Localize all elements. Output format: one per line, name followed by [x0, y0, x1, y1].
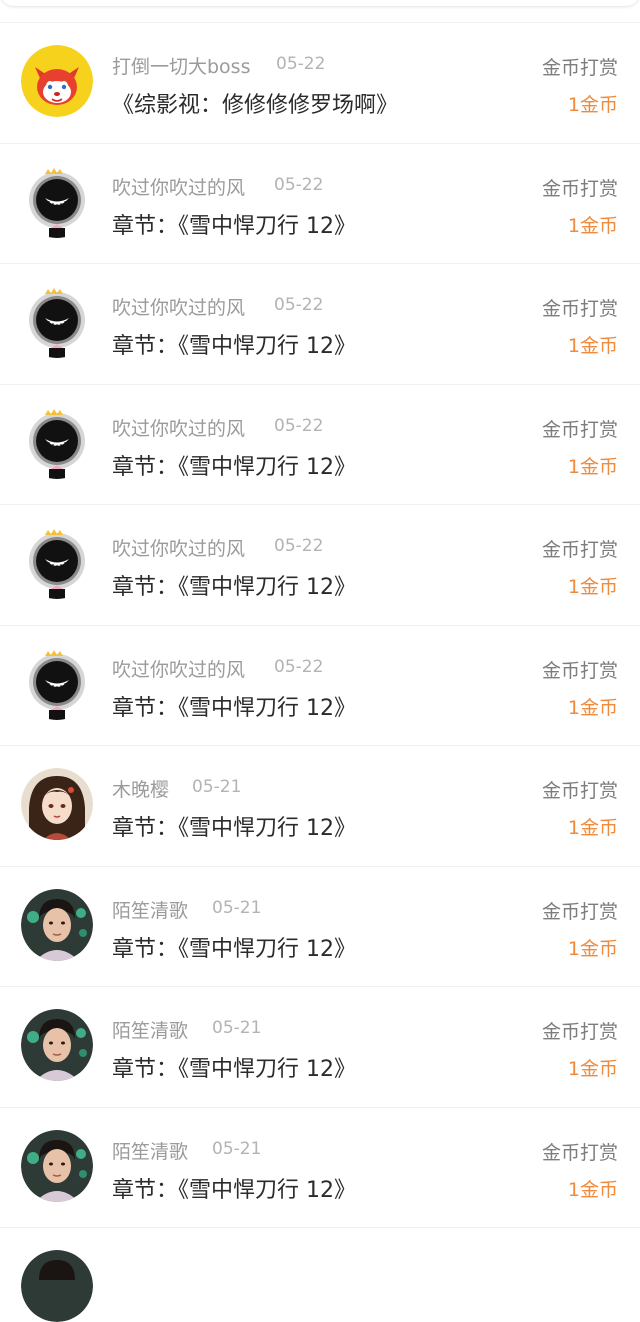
reward-amount: 1金币	[567, 94, 618, 116]
user-name[interactable]: 吹过你吹过的风	[112, 655, 245, 682]
user-name[interactable]: 陌笙清歌	[112, 896, 188, 923]
reward-target-title[interactable]: 《综影视：修修修修罗场啊》	[112, 87, 398, 119]
reward-date: 05-22	[274, 536, 324, 556]
black-fluffy-ball-avatar-icon[interactable]	[21, 527, 93, 599]
top-card-edge	[0, 0, 640, 6]
reward-type-label: 金币打赏	[541, 298, 618, 320]
reward-date: 05-21	[212, 1018, 262, 1038]
reward-type-label: 金币打赏	[541, 659, 618, 682]
user-name[interactable]: 陌笙清歌	[112, 1137, 188, 1164]
reward-target-title[interactable]: 章节：《雪中悍刀行 12》	[112, 1172, 356, 1204]
reward-date: 05-22	[276, 54, 326, 74]
reward-date: 05-21	[212, 897, 262, 918]
black-fluffy-ball-avatar-icon[interactable]	[21, 406, 93, 479]
reward-record-row[interactable]: 吹过你吹过的风 05-22 章节：《雪中悍刀行 12》 金币打赏 1金币	[0, 263, 640, 384]
reward-date: 05-22	[274, 295, 324, 315]
reward-record-row[interactable]: 陌笙清歌 05-21 章节：《雪中悍刀行 12》 金币打赏 1金币	[0, 865, 640, 987]
reward-target-title[interactable]: 章节：《雪中悍刀行 12》	[112, 931, 356, 963]
reward-record-row[interactable]: 吹过你吹过的风 05-22 章节：《雪中悍刀行 12》 金币打赏 1金币	[0, 142, 640, 264]
reward-target-title[interactable]: 章节：《雪中悍刀行 12》	[112, 208, 356, 240]
reward-amount: 1金币	[567, 696, 618, 719]
reward-date: 05-21	[192, 777, 242, 797]
reward-target-title[interactable]: 章节：《雪中悍刀行 12》	[112, 690, 356, 722]
reward-amount: 1金币	[567, 335, 618, 357]
user-name[interactable]: 吹过你吹过的风	[112, 414, 245, 441]
reward-target-title[interactable]: 章节：《雪中悍刀行 12》	[112, 328, 356, 360]
user-name[interactable]: 打倒一切大boss	[112, 52, 250, 79]
young-man-photo-avatar-icon[interactable]	[21, 1009, 93, 1081]
reward-type-label: 金币打赏	[541, 780, 618, 802]
reward-amount: 1金币	[567, 937, 618, 960]
reward-amount: 1金币	[567, 817, 618, 839]
user-name[interactable]: 木晚樱	[112, 775, 169, 802]
reward-record-row[interactable]: 陌笙清歌 05-21 章节：《雪中悍刀行 12》 金币打赏 1金币	[0, 986, 640, 1107]
reward-target-title[interactable]: 章节：《雪中悍刀行 12》	[112, 569, 356, 601]
illustrated-girl-avatar-icon[interactable]	[21, 768, 93, 840]
reward-type-label: 金币打赏	[541, 1021, 618, 1043]
reward-record-row-partial[interactable]	[0, 1227, 640, 1322]
reward-target-title[interactable]: 章节：《雪中悍刀行 12》	[112, 810, 356, 842]
reward-record-row[interactable]: 打倒一切大boss 05-22 《综影视：修修修修罗场啊》 金币打赏 1金币	[0, 22, 640, 143]
reward-amount: 1金币	[567, 576, 618, 598]
reward-date: 05-21	[212, 1138, 262, 1159]
reward-type-label: 金币打赏	[541, 57, 618, 79]
reward-amount: 1金币	[567, 1058, 618, 1080]
black-fluffy-ball-avatar-icon[interactable]	[21, 647, 93, 720]
young-man-photo-avatar-icon[interactable]	[21, 1129, 93, 1202]
reward-record-row[interactable]: 木晚樱 05-21 章节：《雪中悍刀行 12》 金币打赏 1金币	[0, 745, 640, 866]
reward-date: 05-22	[274, 656, 324, 677]
fox-avatar-icon[interactable]	[21, 45, 93, 117]
reward-type-label: 金币打赏	[541, 177, 618, 200]
reward-amount: 1金币	[567, 1178, 618, 1201]
reward-record-row[interactable]: 吹过你吹过的风 05-22 章节：《雪中悍刀行 12》 金币打赏 1金币	[0, 383, 640, 505]
reward-type-label: 金币打赏	[541, 1141, 618, 1164]
reward-record-row[interactable]: 吹过你吹过的风 05-22 章节：《雪中悍刀行 12》 金币打赏 1金币	[0, 624, 640, 746]
reward-record-list[interactable]: 打倒一切大boss 05-22 《综影视：修修修修罗场啊》 金币打赏 1金币 吹…	[0, 22, 640, 1322]
reward-date: 05-22	[274, 415, 324, 436]
reward-type-label: 金币打赏	[541, 539, 618, 561]
reward-date: 05-22	[274, 174, 324, 195]
reward-amount: 1金币	[567, 455, 618, 478]
user-name[interactable]: 吹过你吹过的风	[112, 173, 245, 200]
black-fluffy-ball-avatar-icon[interactable]	[21, 286, 93, 358]
young-man-photo-avatar-icon[interactable]	[21, 888, 93, 961]
user-name[interactable]: 陌笙清歌	[112, 1016, 188, 1043]
reward-amount: 1金币	[567, 214, 618, 237]
reward-target-title[interactable]: 章节：《雪中悍刀行 12》	[112, 1051, 356, 1083]
reward-target-title[interactable]: 章节：《雪中悍刀行 12》	[112, 449, 356, 481]
reward-record-row[interactable]: 陌笙清歌 05-21 章节：《雪中悍刀行 12》 金币打赏 1金币	[0, 1106, 640, 1228]
reward-type-label: 金币打赏	[541, 418, 618, 441]
black-fluffy-ball-avatar-icon[interactable]	[21, 165, 93, 238]
user-name[interactable]: 吹过你吹过的风	[112, 293, 245, 320]
reward-record-row[interactable]: 吹过你吹过的风 05-22 章节：《雪中悍刀行 12》 金币打赏 1金币	[0, 504, 640, 625]
young-man-photo-avatar-icon[interactable]	[21, 1250, 93, 1322]
user-name[interactable]: 吹过你吹过的风	[112, 534, 245, 561]
reward-type-label: 金币打赏	[541, 900, 618, 923]
